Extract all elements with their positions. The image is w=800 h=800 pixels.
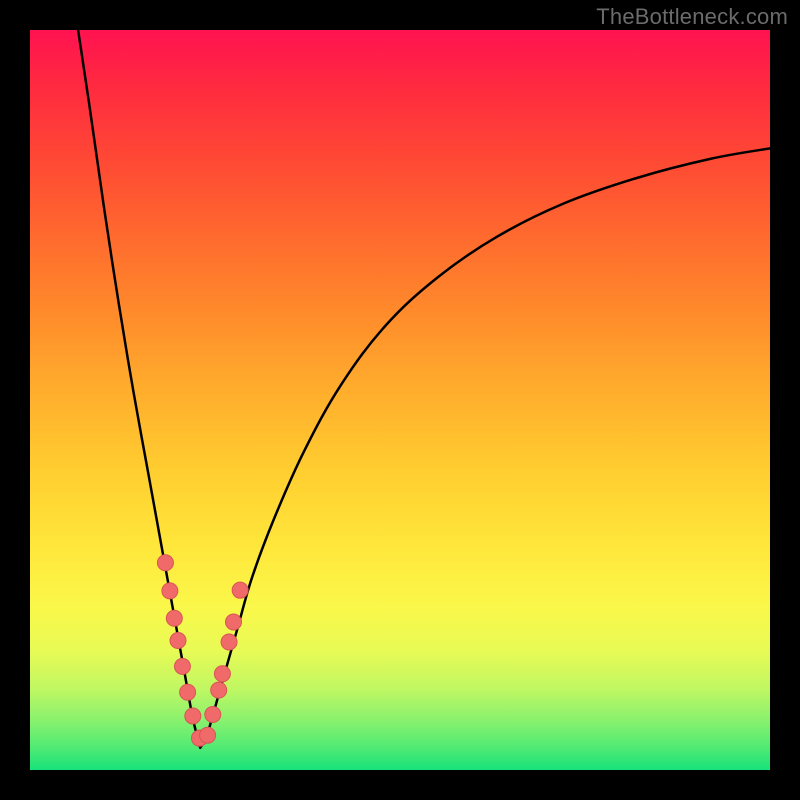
- chart-frame: TheBottleneck.com: [0, 0, 800, 800]
- plot-area: [30, 30, 770, 770]
- gradient-background: [30, 30, 770, 770]
- watermark-text: TheBottleneck.com: [596, 4, 788, 30]
